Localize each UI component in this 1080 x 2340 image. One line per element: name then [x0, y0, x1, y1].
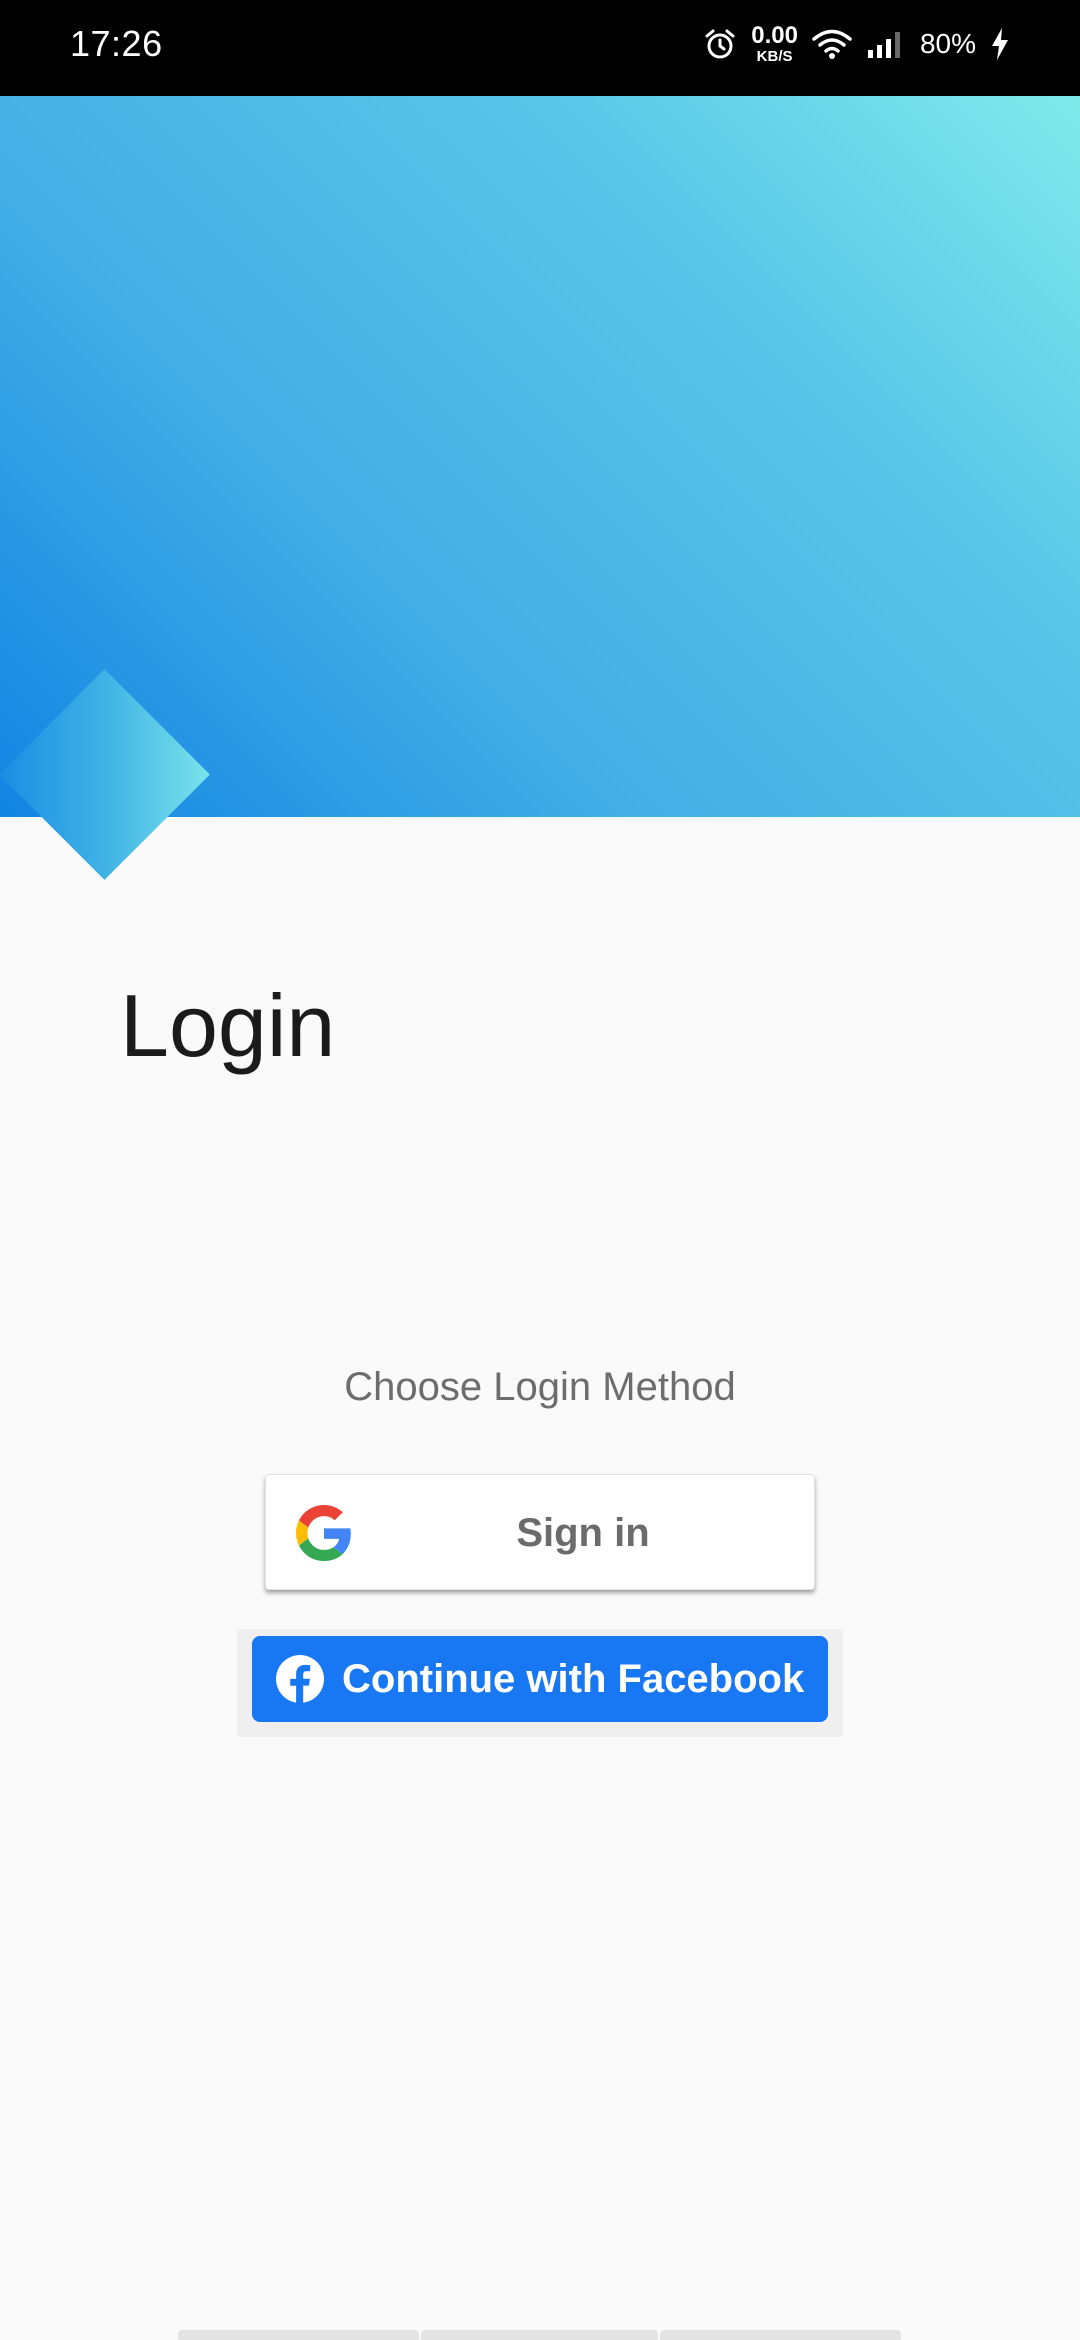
battery-level: 80% — [919, 28, 976, 59]
google-sign-in-button[interactable]: Sign in — [265, 1474, 815, 1590]
facebook-icon — [276, 1655, 324, 1703]
network-speed: 0.00 KB/S — [751, 22, 798, 65]
wifi-icon — [812, 29, 852, 59]
facebook-login-label: Continue with Facebook — [342, 1657, 805, 1701]
status-time: 17:26 — [70, 23, 163, 64]
charging-icon — [992, 28, 1008, 60]
bottom-nav-segment-2 — [421, 2330, 658, 2340]
google-icon — [296, 1505, 351, 1561]
alarm-icon — [705, 29, 735, 59]
header-banner — [0, 96, 1080, 817]
status-icons: 0.00 KB/S 80% — [703, 24, 1010, 64]
bottom-nav-segment-1 — [178, 2330, 419, 2340]
page-title: Login — [120, 976, 336, 1075]
signal-icon — [867, 32, 900, 58]
bottom-nav-segment-3 — [660, 2330, 901, 2340]
network-speed-unit: KB/S — [756, 48, 793, 65]
network-speed-value: 0.00 — [751, 22, 798, 49]
facebook-login-button[interactable]: Continue with Facebook — [252, 1636, 828, 1722]
choose-login-method-label: Choose Login Method — [344, 1365, 736, 1409]
google-sign-in-label: Sign in — [516, 1511, 650, 1555]
status-bar: 17:26 0.00 KB/S 80% — [0, 0, 1080, 96]
